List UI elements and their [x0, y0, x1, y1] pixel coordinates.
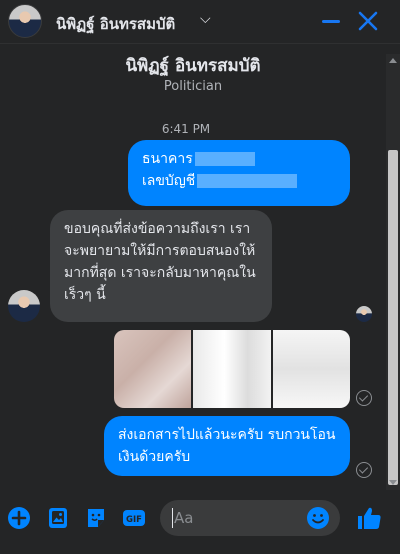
sent-message-text: ส่งเอกสารไปแล้วนะครับ รบกวนโอนเงินด้วยคร…	[118, 427, 336, 465]
image-attachment[interactable]	[114, 330, 192, 408]
minimize-icon[interactable]	[322, 20, 340, 23]
redacted-bank-name	[194, 152, 255, 166]
account-label: เลขบัญชี	[142, 173, 196, 189]
chat-header: นิพิฏฐ์ อินทรสมบัติ ⌵	[0, 0, 400, 44]
received-auto-reply[interactable]: ขอบคุณที่ส่งข้อความถึงเรา เราจะพยายามให้…	[50, 210, 272, 322]
close-icon[interactable]	[356, 9, 380, 33]
image-attachment[interactable]	[193, 330, 271, 408]
gif-label: GIF	[126, 515, 142, 525]
profile-subtitle: Politician	[163, 79, 223, 94]
message-timestamp: 6:41 PM	[161, 122, 211, 136]
read-receipt-avatar	[356, 306, 372, 322]
conversation-area: นิพิฏฐ์ อินทรสมบัติ Politician 6:41 PM ธ…	[0, 44, 386, 490]
bank-label: ธนาคาร	[142, 151, 193, 167]
sticker-icon[interactable]	[84, 506, 108, 530]
sender-avatar	[8, 290, 40, 322]
like-icon[interactable]	[355, 504, 383, 532]
scroll-up-arrow-icon[interactable]	[389, 58, 397, 63]
sent-message-bank-details[interactable]: ธนาคาร เลขบัญชี	[128, 140, 350, 206]
gif-icon[interactable]: GIF	[122, 506, 146, 530]
scroll-down-arrow-icon[interactable]	[389, 480, 397, 485]
plus-icon[interactable]	[7, 506, 31, 530]
sent-image-attachments[interactable]	[114, 330, 350, 408]
profile-name: นิพิฏฐ์ อินทรสมบัติ	[125, 56, 261, 76]
text-caret	[172, 508, 173, 528]
chevron-down-icon[interactable]: ⌵	[200, 11, 211, 27]
message-input[interactable]	[174, 508, 304, 528]
scrollbar-thumb[interactable]	[388, 150, 398, 485]
contact-name[interactable]: นิพิฏฐ์ อินทรสมบัติ	[56, 12, 175, 36]
received-message-text: ขอบคุณที่ส่งข้อความถึงเรา เราจะพยายามให้…	[64, 221, 256, 303]
sent-check-icon	[356, 390, 372, 406]
sent-check-icon	[356, 462, 372, 478]
sent-message-documents[interactable]: ส่งเอกสารไปแล้วนะครับ รบกวนโอนเงินด้วยคร…	[104, 416, 350, 476]
photo-icon[interactable]	[46, 506, 70, 530]
image-attachment[interactable]	[272, 330, 350, 408]
contact-avatar[interactable]	[8, 4, 42, 38]
redacted-account-number	[197, 174, 298, 188]
emoji-icon[interactable]	[306, 506, 330, 530]
